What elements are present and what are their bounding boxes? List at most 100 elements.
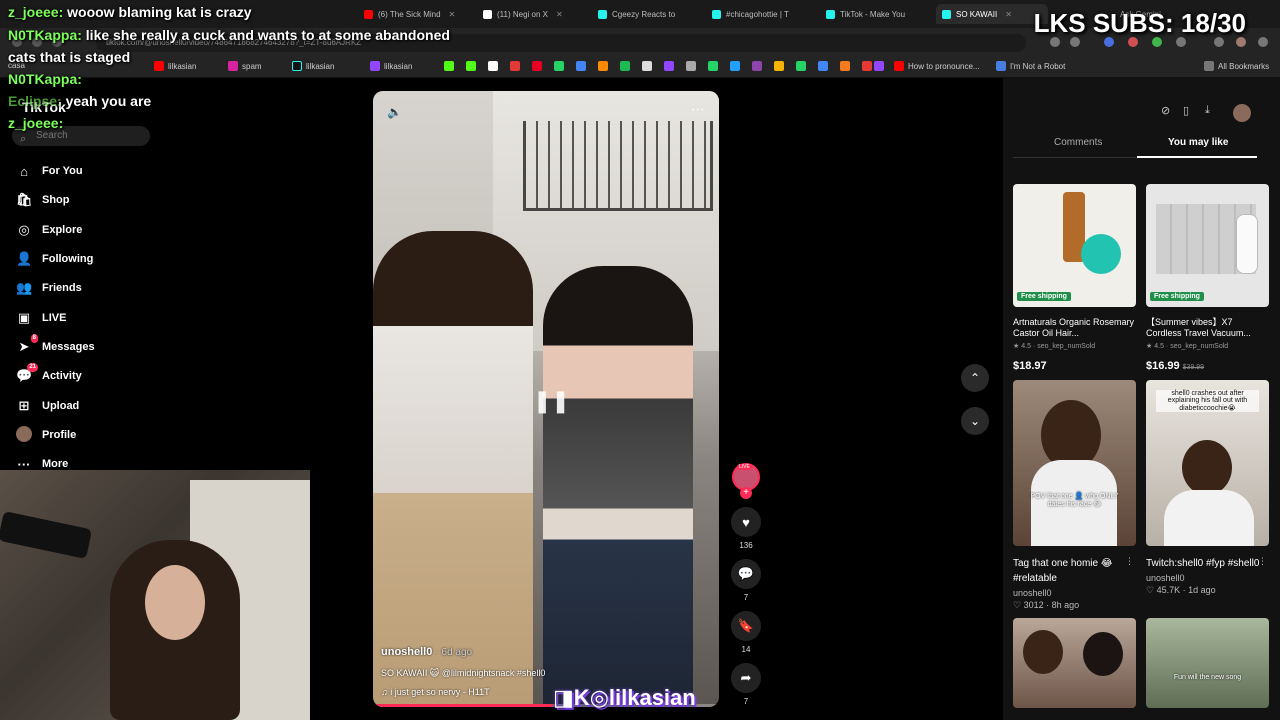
close-icon[interactable]: ✕ [1005,10,1012,19]
next-video-button[interactable]: ⌄ [961,407,989,435]
close-icon[interactable]: ✕ [449,10,456,19]
product-rating: ★ 4.5 · seo_kep_numSold [1146,343,1229,350]
bookmark-icon [874,61,884,71]
bookmark-icon [862,61,872,71]
bookmarks-bar: casa lilkasian spam lilkasian lilkasian … [0,56,1280,78]
product-title: 【Summer vibes】X7 Cordless Travel Vacuum.… [1146,317,1251,338]
sidebar-item-friends[interactable]: 👥 Friends [16,277,82,299]
compass-icon[interactable]: ⊘ [1161,104,1170,117]
all-bookmarks[interactable]: All Bookmarks [1204,61,1269,71]
x-icon [483,9,492,19]
menu-icon[interactable] [1258,37,1268,47]
bookmark-icon [510,61,520,71]
bookmark-link[interactable] [840,61,850,71]
star-icon: ★ [1146,343,1153,350]
bookmark-link[interactable] [598,61,608,71]
download-icon[interactable]: ⤓ [1205,104,1210,117]
shop-icon: 🛍 [16,192,33,207]
browser-tab-active[interactable]: SO KAWAII ✕ [936,4,1048,24]
messages-icon: ➤ 8 [18,334,38,354]
free-shipping-badge: Free shipping [1150,292,1204,301]
browser-tab[interactable]: (11) Negi on X ✕ [483,4,583,24]
bookmark-lilkasian[interactable]: lilkasian [154,61,196,71]
bookmark-link[interactable] [510,61,520,71]
bookmark-kick[interactable] [444,61,454,71]
bookmark-x[interactable] [488,61,498,71]
sidebar-item-live[interactable]: ▣ LIVE [16,307,67,329]
sidebar-item-explore[interactable]: ◎ Explore [16,219,82,241]
bookmark-lilkasian[interactable]: lilkasian [370,61,412,71]
x-icon [488,61,498,71]
bookmark-link[interactable] [774,61,784,71]
upload-icon: ⊞ [18,398,30,413]
kick-icon [466,61,476,71]
product-card[interactable]: Free shipping 【Summer vibes】X7 Cordless … [1146,184,1269,372]
more-options-icon[interactable]: ⋯ [691,101,705,118]
video-player[interactable]: 🔈 ⋯ ❚❚ unoshell0 · 6d ago SO KAWAII 😺 @l… [373,91,719,707]
bookmark-not-robot[interactable]: I'm Not a Robot [996,61,1065,71]
browser-tab[interactable]: (6) The Sick Mind ✕ [364,4,464,24]
bookmark-link[interactable] [752,61,762,71]
bookmark-link[interactable] [730,61,740,71]
browser-tab[interactable]: TikTok - Make You [826,4,936,24]
share-button[interactable]: ➦ 7 [731,663,761,706]
bookmark-kick[interactable] [466,61,476,71]
more-options-icon[interactable]: ⋮ [1125,556,1134,567]
bookmark-lilkasian[interactable]: lilkasian [292,61,334,71]
video-thumbnail: POV that one 👤 who ONLY dates his race 😂 [1013,380,1136,546]
avatar[interactable] [1233,104,1251,122]
bookmark-spam[interactable]: spam [228,61,262,71]
recommended-video[interactable]: shell0 crashes out after explaining his … [1146,380,1269,596]
video-author[interactable]: unoshell0 [1013,588,1136,598]
recommended-video[interactable]: POV that one 👤 who ONLY dates his race 😂… [1013,380,1136,611]
bookmark-link[interactable] [576,61,586,71]
share-icon: ➦ [731,663,761,693]
bookmark-link[interactable] [796,61,806,71]
comment-button[interactable]: 💬 7 [731,559,761,602]
video-author[interactable]: unoshell0 · 6d ago [381,646,711,658]
activity-badge: 21 [27,363,38,372]
more-options-icon[interactable]: ⋮ [1258,556,1267,567]
bookmark-pinterest[interactable] [532,61,542,71]
sidebar-item-activity[interactable]: 💬 21 Activity [16,363,82,387]
bookmark-icon [598,61,608,71]
mobile-icon[interactable]: ▯ [1183,104,1189,117]
bookmark-pronounce[interactable]: How to pronounce... [894,61,980,71]
tab-you-may-like[interactable]: You may like [1168,137,1228,148]
video-author[interactable]: unoshell0 [1146,573,1269,583]
bookmark-link[interactable] [874,61,884,71]
bookmark-link[interactable] [708,61,718,71]
pause-icon[interactable]: ❚❚ [533,388,570,414]
volume-icon[interactable]: 🔈 [387,105,402,119]
recommended-video[interactable] [1013,618,1136,708]
bookmark-link[interactable] [664,61,674,71]
close-icon[interactable]: ✕ [556,10,563,19]
browser-tab[interactable]: Cgeezy Reacts to [598,4,704,24]
recommended-video[interactable]: Fun will the new song [1146,618,1269,708]
bookmark-link[interactable] [620,61,630,71]
bookmark-link[interactable] [554,61,564,71]
bookmark-link[interactable] [818,61,828,71]
sidebar-item-for-you[interactable]: ⌂ For You [16,160,82,182]
youtube-icon [894,61,904,71]
thumbnail-person [1164,490,1254,546]
previous-video-button[interactable]: ⌃ [961,364,989,392]
bookmark-icon [620,61,630,71]
sidebar-item-shop[interactable]: 🛍 Shop [16,189,70,211]
bookmark-link[interactable] [642,61,652,71]
heart-icon: ♥ [731,507,761,537]
thumbnail-caption: POV that one 👤 who ONLY dates his race 😂 [1030,493,1119,508]
save-button[interactable]: 🔖 14 [731,611,761,654]
sidebar-item-upload[interactable]: ⊞ Upload [16,395,80,417]
live-badge: LIVE [737,464,752,470]
like-button[interactable]: ♥ 136 [731,507,761,550]
product-card[interactable]: Free shipping Artnaturals Organic Rosema… [1013,184,1136,372]
follow-button[interactable]: + [740,487,752,499]
bookmark-link[interactable] [686,61,696,71]
bookmark-link[interactable] [862,61,872,71]
sidebar-item-messages[interactable]: ➤ 8 Messages [16,334,95,358]
sidebar-item-profile[interactable]: Profile [16,424,76,446]
tab-comments[interactable]: Comments [1054,137,1102,148]
sidebar-item-following[interactable]: 👤 Following [16,248,93,270]
browser-tab[interactable]: #chicagohottie | T [712,4,822,24]
